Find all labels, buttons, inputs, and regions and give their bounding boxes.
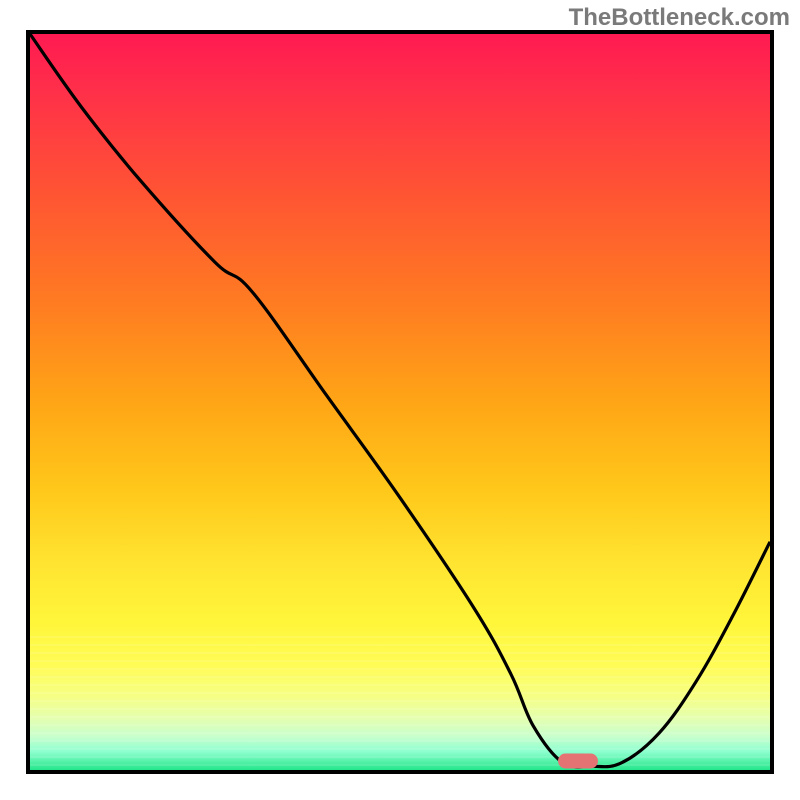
plot-area bbox=[26, 30, 774, 774]
chart-container: TheBottleneck.com bbox=[0, 0, 800, 800]
bottleneck-curve bbox=[30, 34, 770, 770]
optimal-point-marker bbox=[558, 754, 598, 769]
watermark-text: TheBottleneck.com bbox=[569, 4, 790, 32]
